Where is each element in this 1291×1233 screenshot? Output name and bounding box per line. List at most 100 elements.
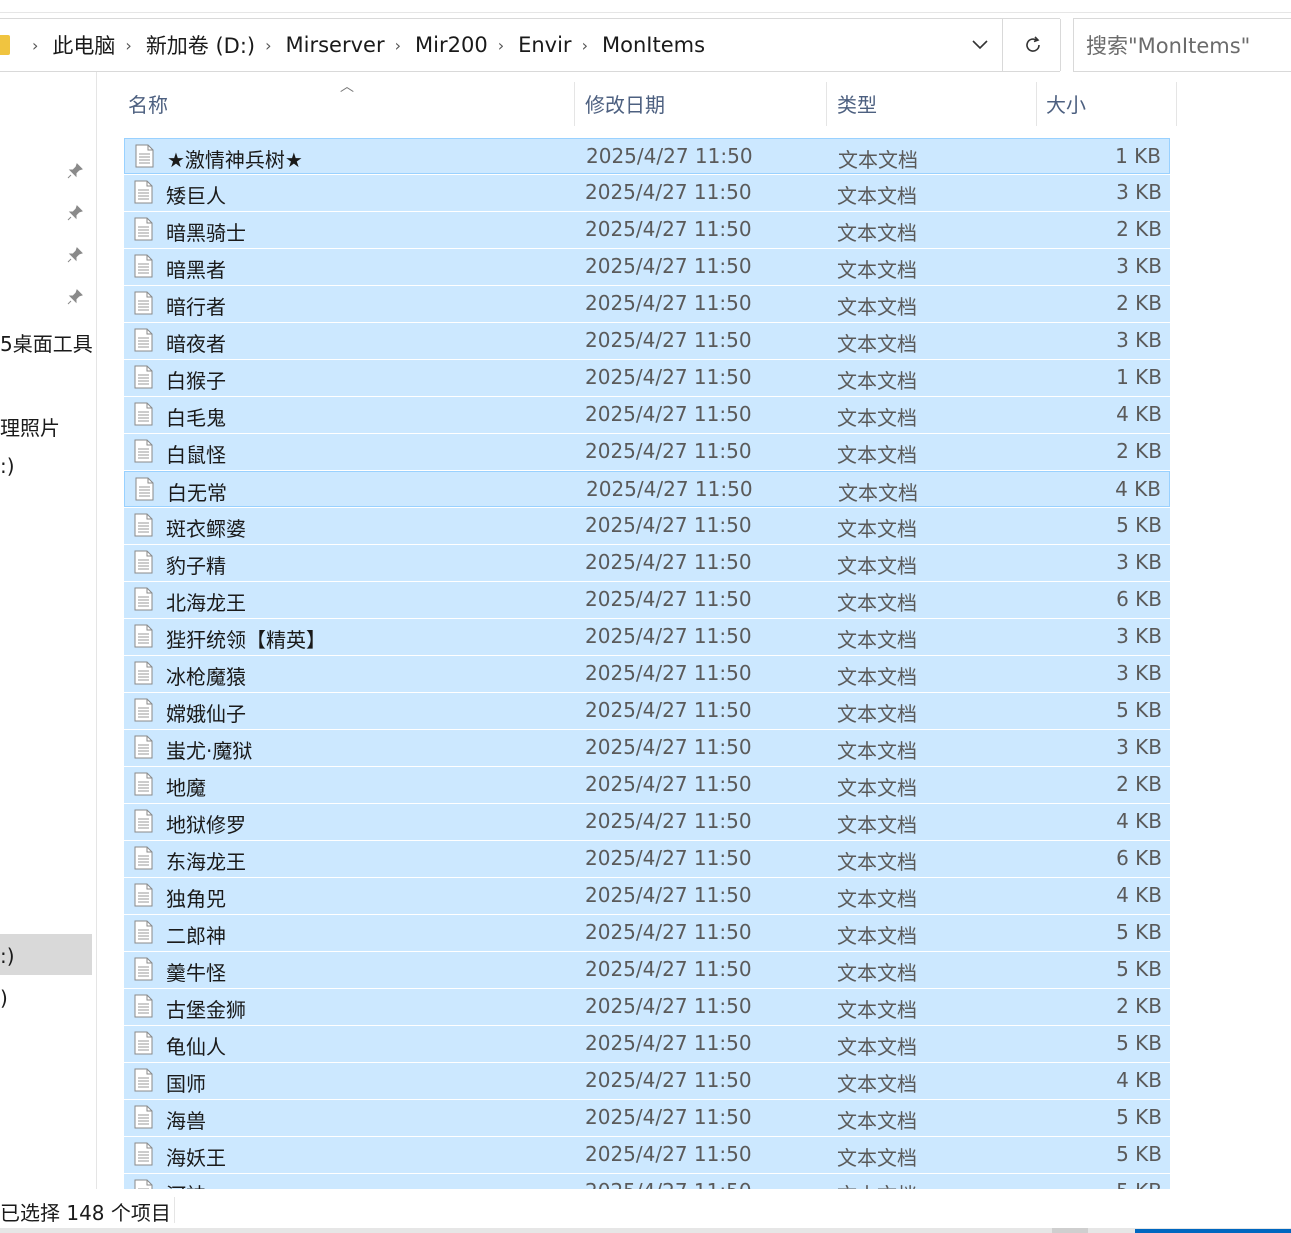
view-toggle-details[interactable] xyxy=(1052,1228,1088,1233)
text-file-icon xyxy=(134,550,153,574)
text-file-icon xyxy=(134,883,153,907)
nav-item-desktop-tools[interactable]: 5桌面工具 xyxy=(0,328,93,357)
search-placeholder: 搜索"MonItems" xyxy=(1086,34,1251,58)
chevron-right-icon[interactable]: › xyxy=(32,36,38,55)
file-name: 白毛鬼 xyxy=(166,406,226,430)
file-modified: 2025/4/27 11:50 xyxy=(585,735,752,759)
file-row[interactable]: 暗行者 2025/4/27 11:50 文本文档 2 KB xyxy=(124,286,1170,322)
breadcrumb-item[interactable]: Mir200 xyxy=(415,33,488,57)
file-row[interactable]: 白无常 2025/4/27 11:50 文本文档 4 KB xyxy=(124,471,1170,507)
view-toggle-active[interactable] xyxy=(1135,1229,1291,1233)
file-type: 文本文档 xyxy=(837,1109,917,1133)
search-input[interactable]: 搜索"MonItems" xyxy=(1073,18,1291,72)
nav-item-drive-selected[interactable]: :) xyxy=(0,944,15,968)
pin-icon[interactable] xyxy=(66,246,84,264)
file-name: 狴犴统领【精英】 xyxy=(166,628,326,652)
status-divider xyxy=(174,1197,175,1223)
chevron-right-icon[interactable]: › xyxy=(395,36,401,55)
file-modified: 2025/4/27 11:50 xyxy=(585,550,752,574)
file-row[interactable]: 冰枪魔猿 2025/4/27 11:50 文本文档 3 KB xyxy=(124,656,1170,692)
pin-icon[interactable] xyxy=(66,288,84,306)
file-modified: 2025/4/27 11:50 xyxy=(585,1142,752,1166)
chevron-right-icon[interactable]: › xyxy=(582,36,588,55)
nav-item-drive[interactable]: :) xyxy=(0,454,15,478)
file-size: 3 KB xyxy=(1116,180,1162,204)
breadcrumb-item[interactable]: Envir xyxy=(518,33,571,57)
file-row[interactable]: 白猴子 2025/4/27 11:50 文本文档 1 KB xyxy=(124,360,1170,396)
file-row[interactable]: ★激情神兵树★ 2025/4/27 11:50 文本文档 1 KB xyxy=(124,138,1170,174)
address-bar[interactable]: › 此电脑 › 新加卷 (D:) › Mirserver › Mir200 › Envir › Mon… xyxy=(0,18,1061,72)
file-row[interactable]: 矮巨人 2025/4/27 11:50 文本文档 3 KB xyxy=(124,175,1170,211)
file-row[interactable]: 豹子精 2025/4/27 11:50 文本文档 3 KB xyxy=(124,545,1170,581)
file-row[interactable]: 二郎神 2025/4/27 11:50 文本文档 5 KB xyxy=(124,915,1170,951)
status-bar: 已选择 148 个项目 xyxy=(0,1189,1291,1233)
refresh-button[interactable] xyxy=(1006,19,1061,71)
file-size: 4 KB xyxy=(1116,883,1162,907)
file-type: 文本文档 xyxy=(838,481,918,505)
text-file-icon xyxy=(134,735,153,759)
file-row[interactable]: 北海龙王 2025/4/27 11:50 文本文档 6 KB xyxy=(124,582,1170,618)
pin-icon[interactable] xyxy=(66,162,84,180)
text-file-icon xyxy=(134,328,153,352)
column-header-type[interactable]: 类型 xyxy=(837,82,1027,124)
text-file-icon xyxy=(134,402,153,426)
text-file-icon xyxy=(134,1031,153,1055)
file-row[interactable]: 古堡金狮 2025/4/27 11:50 文本文档 2 KB xyxy=(124,989,1170,1025)
file-type: 文本文档 xyxy=(837,924,917,948)
column-header-modified[interactable]: 修改日期 xyxy=(585,82,820,124)
file-row[interactable]: 羹牛怪 2025/4/27 11:50 文本文档 5 KB xyxy=(124,952,1170,988)
file-modified: 2025/4/27 11:50 xyxy=(585,587,752,611)
chevron-right-icon[interactable]: › xyxy=(265,36,271,55)
column-header-name[interactable]: 名称 xyxy=(128,82,568,124)
file-name: 古堡金狮 xyxy=(166,998,246,1022)
file-row[interactable]: 海兽 2025/4/27 11:50 文本文档 5 KB xyxy=(124,1100,1170,1136)
file-type: 文本文档 xyxy=(837,665,917,689)
file-row[interactable]: 暗黑骑士 2025/4/27 11:50 文本文档 2 KB xyxy=(124,212,1170,248)
column-separator[interactable] xyxy=(1176,82,1177,126)
file-row[interactable]: 暗黑者 2025/4/27 11:50 文本文档 3 KB xyxy=(124,249,1170,285)
text-file-icon xyxy=(134,957,153,981)
column-separator[interactable] xyxy=(1036,82,1037,126)
file-row[interactable]: 地魔 2025/4/27 11:50 文本文档 2 KB xyxy=(124,767,1170,803)
file-type: 文本文档 xyxy=(837,887,917,911)
file-row[interactable]: 东海龙王 2025/4/27 11:50 文本文档 6 KB xyxy=(124,841,1170,877)
file-size: 4 KB xyxy=(1116,1068,1162,1092)
file-row[interactable]: 地狱修罗 2025/4/27 11:50 文本文档 4 KB xyxy=(124,804,1170,840)
column-header-size[interactable]: 大小 xyxy=(1046,82,1170,124)
file-name: 地狱修罗 xyxy=(166,813,246,837)
file-modified: 2025/4/27 11:50 xyxy=(586,477,753,501)
breadcrumb-item[interactable]: Mirserver xyxy=(286,33,385,57)
breadcrumb-item[interactable]: MonItems xyxy=(602,33,705,57)
text-file-icon xyxy=(134,1068,153,1092)
file-row[interactable]: 独角兕 2025/4/27 11:50 文本文档 4 KB xyxy=(124,878,1170,914)
file-row[interactable]: 嫦娥仙子 2025/4/27 11:50 文本文档 5 KB xyxy=(124,693,1170,729)
breadcrumb-item[interactable]: 新加卷 (D:) xyxy=(146,30,255,60)
file-size: 6 KB xyxy=(1116,587,1162,611)
file-row[interactable]: 白毛鬼 2025/4/27 11:50 文本文档 4 KB xyxy=(124,397,1170,433)
pin-icon[interactable] xyxy=(66,204,84,222)
file-row[interactable]: 蚩尤·魔狱 2025/4/27 11:50 文本文档 3 KB xyxy=(124,730,1170,766)
file-modified: 2025/4/27 11:50 xyxy=(585,846,752,870)
nav-item-photos[interactable]: 理照片 xyxy=(0,412,60,441)
file-row[interactable]: 暗夜者 2025/4/27 11:50 文本文档 3 KB xyxy=(124,323,1170,359)
file-list[interactable]: ★激情神兵树★ 2025/4/27 11:50 文本文档 1 KB 矮巨人 2025/4/… xyxy=(124,138,1170,1189)
breadcrumb-item[interactable]: 此电脑 xyxy=(52,30,115,60)
column-separator[interactable] xyxy=(826,82,827,126)
file-name: 独角兕 xyxy=(166,887,226,911)
file-row[interactable]: 国师 2025/4/27 11:50 文本文档 4 KB xyxy=(124,1063,1170,1099)
file-row[interactable]: 白鼠怪 2025/4/27 11:50 文本文档 2 KB xyxy=(124,434,1170,470)
file-row[interactable]: 狴犴统领【精英】 2025/4/27 11:50 文本文档 3 KB xyxy=(124,619,1170,655)
file-row[interactable]: 斑衣鳏婆 2025/4/27 11:50 文本文档 5 KB xyxy=(124,508,1170,544)
chevron-right-icon[interactable]: › xyxy=(125,36,131,55)
file-row[interactable]: 海妖王 2025/4/27 11:50 文本文档 5 KB xyxy=(124,1137,1170,1173)
file-row[interactable]: 河神 2025/4/27 11:50 文本文档 5 KB xyxy=(124,1174,1170,1189)
pane-divider xyxy=(96,72,97,1189)
column-separator[interactable] xyxy=(574,82,575,126)
file-type: 文本文档 xyxy=(837,184,917,208)
file-size: 5 KB xyxy=(1116,698,1162,722)
address-dropdown-button[interactable] xyxy=(958,19,1003,71)
chevron-right-icon[interactable]: › xyxy=(498,36,504,55)
file-row[interactable]: 龟仙人 2025/4/27 11:50 文本文档 5 KB xyxy=(124,1026,1170,1062)
nav-item-drive[interactable]: ) xyxy=(0,986,8,1010)
file-modified: 2025/4/27 11:50 xyxy=(585,365,752,389)
